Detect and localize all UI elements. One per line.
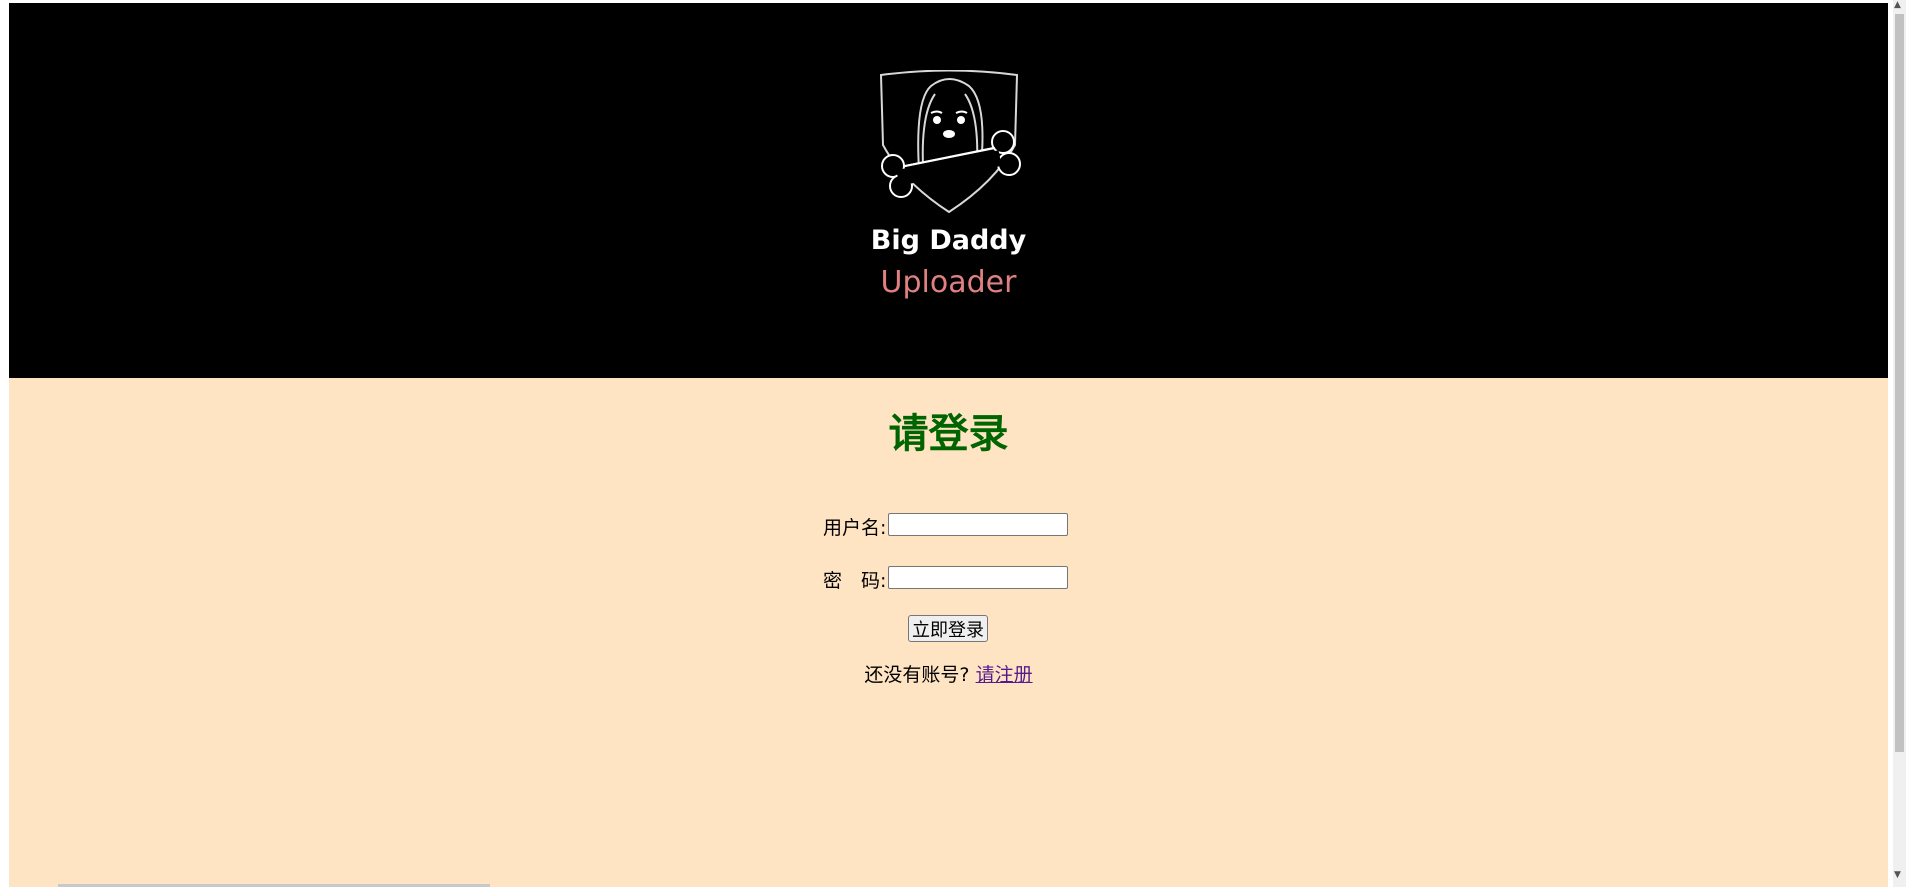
password-label: 密 码:: [823, 570, 887, 592]
page-title: 请登录: [888, 411, 1009, 457]
password-input[interactable]: [888, 566, 1068, 589]
scroll-down-icon[interactable]: ▼: [1894, 870, 1901, 880]
brand-subtitle: Uploader: [880, 265, 1017, 300]
no-account-text: 还没有账号?: [864, 664, 970, 686]
register-prompt: 还没有账号? 请注册: [9, 660, 1888, 687]
login-section: 请登录 用户名: 密 码: 立即登录 还没有账号? 请注册: [9, 378, 1888, 887]
page: Big Daddy Uploader 请登录 用户名: 密 码: 立即登录 还没…: [9, 3, 1888, 887]
username-label: 用户名:: [823, 517, 887, 539]
vertical-scrollbar[interactable]: ▲ ▼: [1893, 0, 1906, 887]
dog-with-bone-shield-icon: [879, 70, 1021, 214]
login-button[interactable]: 立即登录: [908, 615, 988, 642]
username-input[interactable]: [888, 513, 1068, 536]
register-link[interactable]: 请注册: [976, 664, 1033, 686]
scrollbar-thumb[interactable]: [1895, 14, 1904, 752]
scroll-up-icon[interactable]: ▲: [1894, 0, 1901, 10]
header-banner: Big Daddy Uploader: [9, 3, 1888, 378]
brand-name: Big Daddy: [870, 225, 1027, 256]
